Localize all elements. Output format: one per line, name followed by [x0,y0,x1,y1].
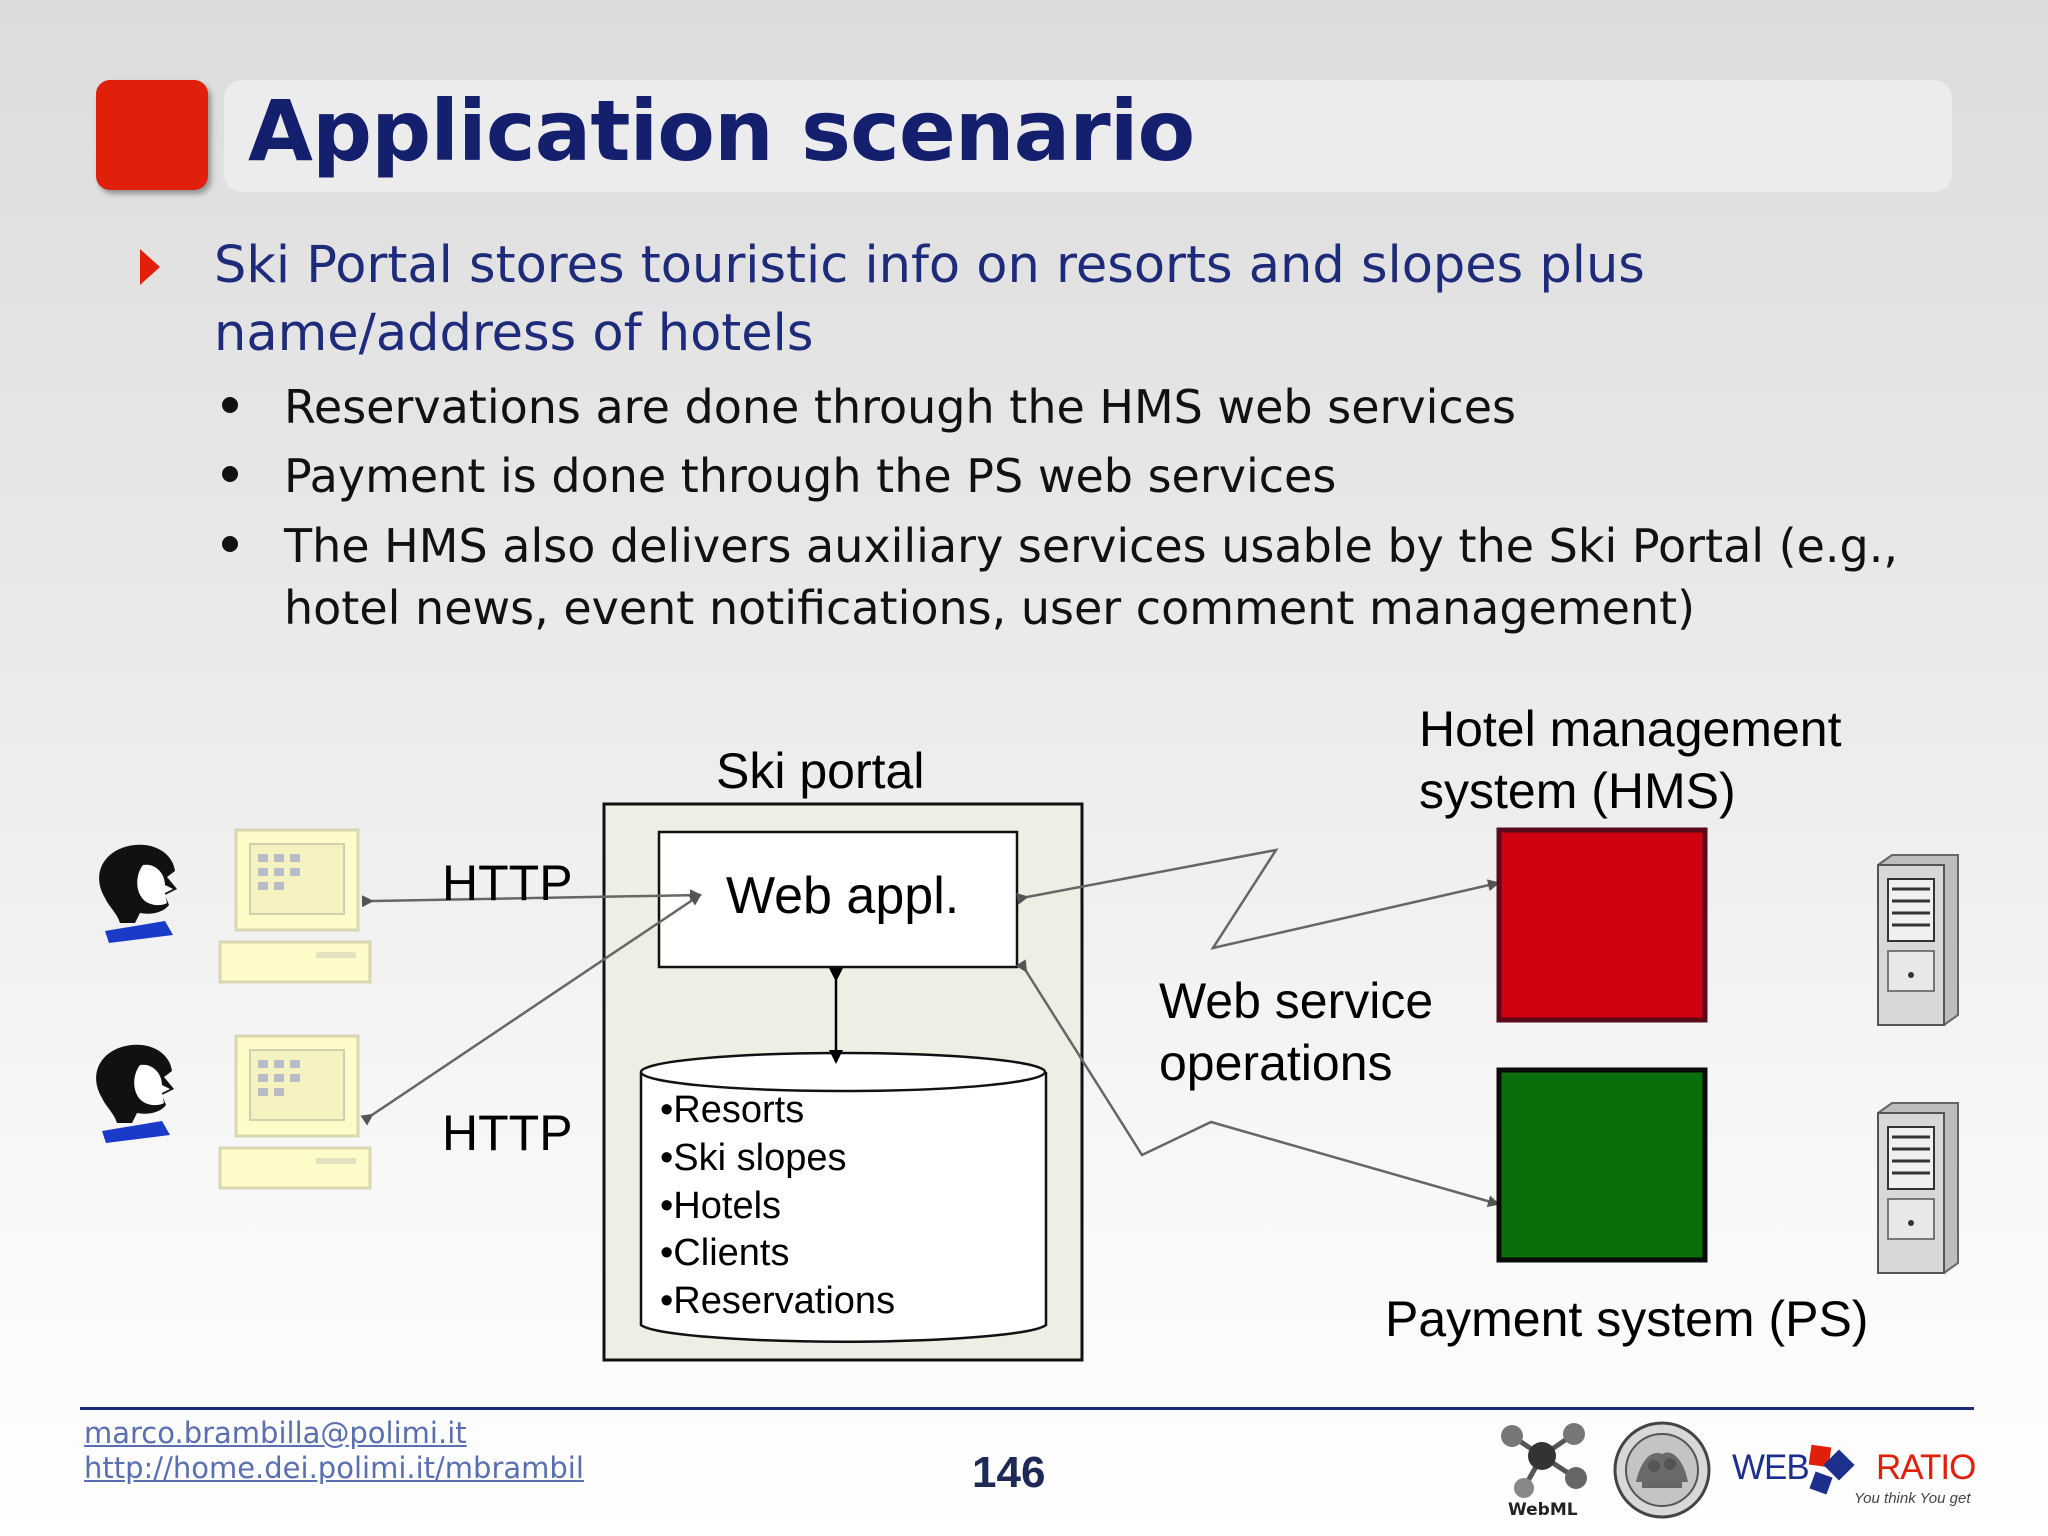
ski-portal-label: Ski portal [716,743,925,799]
user-icon [96,1044,174,1143]
computer-icon [218,1034,372,1190]
web-app-label: Web appl. [726,867,960,925]
http-label-top: HTTP [442,855,573,911]
database-item: •Resorts [660,1089,805,1131]
server-icon [1877,854,1959,1026]
hms-label-line-2: system (HMS) [1419,763,1736,819]
user-icon [99,844,177,943]
database-item: •Ski slopes [660,1137,847,1179]
footer-rule [80,1407,1974,1410]
ws-label-line-1: Web service [1159,973,1434,1029]
webratio-tagline: You think You get [1854,1490,1971,1507]
computer-icon [218,828,372,984]
webratio-logo-ratio: RATIO [1876,1448,1976,1487]
page-number: 146 [972,1448,1046,1497]
webml-logo-icon [1501,1423,1587,1498]
hms-label-line-1: Hotel management [1419,701,1842,757]
ps-label: Payment system (PS) [1385,1291,1869,1347]
server-icon [1877,1102,1959,1274]
author-email-link[interactable]: marco.brambilla@polimi.it [84,1416,467,1450]
university-seal-icon [1613,1421,1711,1519]
ws-label-line-2: operations [1159,1035,1393,1091]
hms-ws-connector [1016,848,1500,950]
webratio-logo-web: WEB [1732,1448,1810,1487]
hms-block [1496,827,1708,1023]
database-item: •Clients [660,1232,790,1274]
database-item: •Reservations [660,1280,896,1322]
http-label-bottom: HTTP [442,1105,573,1161]
author-homepage-link[interactable]: http://home.dei.polimi.it/mbrambil [84,1451,584,1485]
webml-logo-text: WebML [1508,1500,1578,1520]
ps-block [1496,1067,1708,1263]
webratio-logo-icon [1808,1444,1855,1495]
database-item: •Hotels [660,1185,782,1227]
